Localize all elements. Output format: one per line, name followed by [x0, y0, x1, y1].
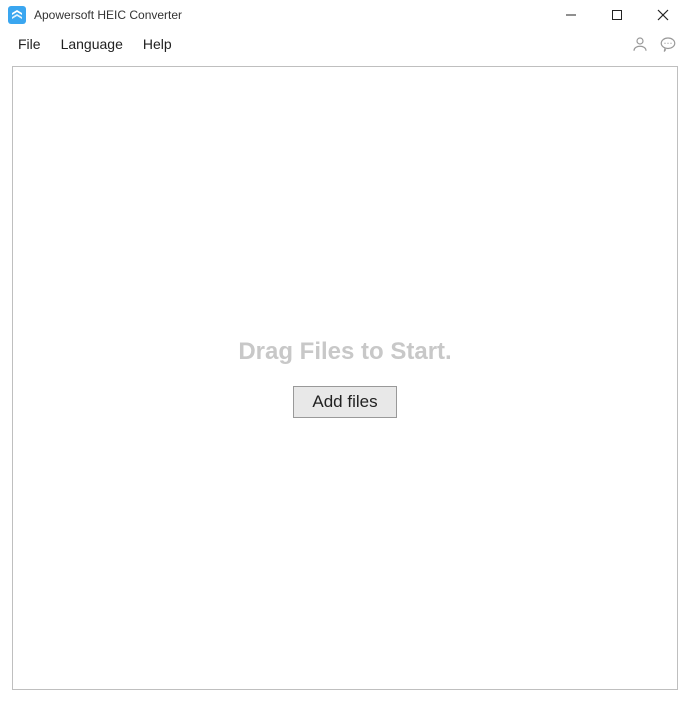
drop-zone[interactable]: Drag Files to Start. Add files — [12, 66, 678, 690]
feedback-icon[interactable] — [654, 30, 682, 58]
app-icon — [8, 6, 26, 24]
minimize-button[interactable] — [548, 0, 594, 30]
app-title: Apowersoft HEIC Converter — [34, 8, 548, 22]
add-files-button[interactable]: Add files — [293, 386, 396, 418]
drag-prompt-text: Drag Files to Start. — [238, 338, 451, 366]
account-icon[interactable] — [626, 30, 654, 58]
maximize-button[interactable] — [594, 0, 640, 30]
close-button[interactable] — [640, 0, 686, 30]
titlebar: Apowersoft HEIC Converter — [0, 0, 690, 30]
window-controls — [548, 0, 686, 30]
menubar: File Language Help — [0, 30, 690, 58]
menu-file[interactable]: File — [8, 32, 51, 56]
menu-help[interactable]: Help — [133, 32, 182, 56]
menu-language[interactable]: Language — [51, 32, 133, 56]
